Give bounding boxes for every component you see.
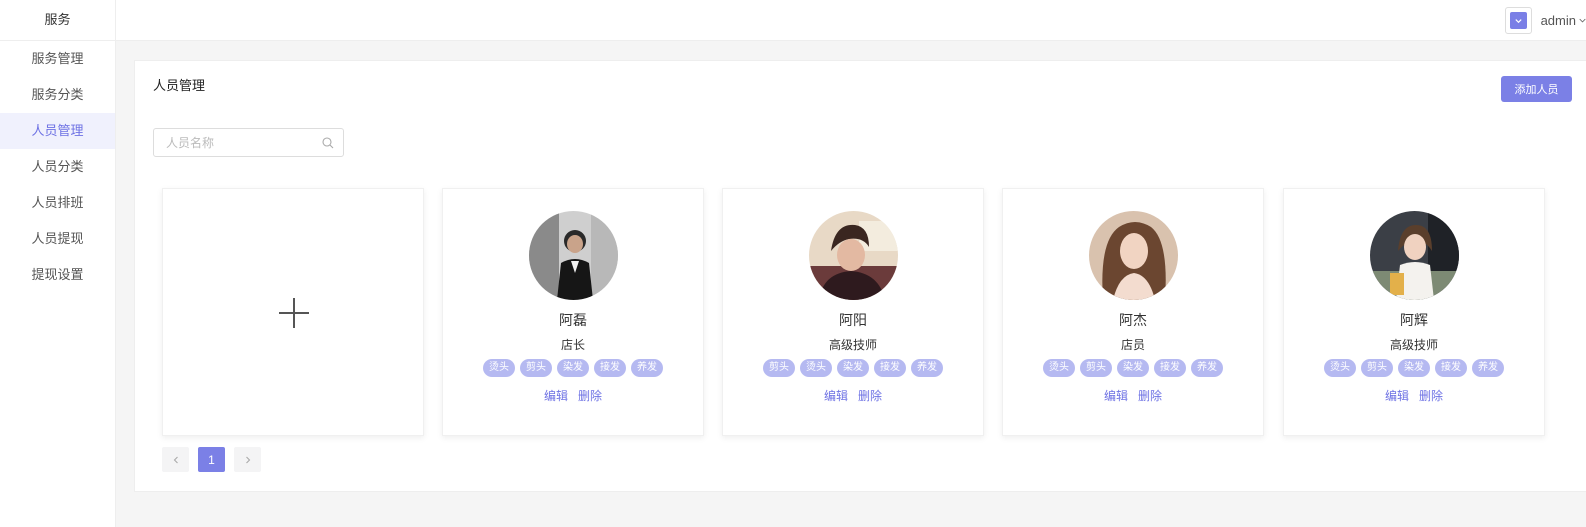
skill-tag: 接发 bbox=[1154, 359, 1186, 377]
sidebar-item-staff-category[interactable]: 人员分类 bbox=[0, 149, 115, 185]
staff-photo bbox=[809, 211, 898, 300]
plus-icon bbox=[279, 298, 309, 328]
skill-tag: 染发 bbox=[557, 359, 589, 377]
user-menu[interactable]: admin bbox=[1504, 6, 1586, 34]
search-input[interactable] bbox=[166, 134, 316, 152]
sidebar-item-service-management[interactable]: 服务管理 bbox=[0, 41, 115, 77]
staff-name: 阿磊 bbox=[559, 312, 587, 328]
edit-link[interactable]: 编辑 bbox=[1385, 387, 1409, 404]
card-actions: 编辑 删除 bbox=[723, 387, 983, 404]
skill-tag: 养发 bbox=[911, 359, 943, 377]
edit-link[interactable]: 编辑 bbox=[1104, 387, 1128, 404]
skill-tags: 烫头 剪头 染发 接发 养发 bbox=[1284, 359, 1544, 377]
edit-link[interactable]: 编辑 bbox=[824, 387, 848, 404]
search-box bbox=[153, 128, 344, 157]
skill-tag: 养发 bbox=[1191, 359, 1223, 377]
skill-tag: 养发 bbox=[1472, 359, 1504, 377]
chevron-down-icon bbox=[1509, 11, 1527, 29]
skill-tag: 染发 bbox=[1398, 359, 1430, 377]
staff-card: 阿杰 店员 烫头 剪头 染发 接发 养发 编辑 删除 bbox=[1002, 188, 1264, 436]
staff-role: 高级技师 bbox=[1389, 338, 1438, 352]
next-page-button[interactable] bbox=[234, 447, 261, 472]
skill-tag: 烫头 bbox=[1043, 359, 1075, 377]
skill-tag: 剪头 bbox=[1361, 359, 1393, 377]
staff-name: 阿杰 bbox=[1119, 312, 1147, 328]
skill-tag: 染发 bbox=[837, 359, 869, 377]
sidebar-item-service-category[interactable]: 服务分类 bbox=[0, 77, 115, 113]
skill-tags: 剪头 烫头 染发 接发 养发 bbox=[723, 359, 983, 377]
staff-card: 阿阳 高级技师 剪头 烫头 染发 接发 养发 编辑 删除 bbox=[722, 188, 984, 436]
sidebar-item-staff-withdrawal[interactable]: 人员提现 bbox=[0, 221, 115, 257]
card-actions: 编辑 删除 bbox=[1284, 387, 1544, 404]
card-actions: 编辑 删除 bbox=[1003, 387, 1263, 404]
skill-tag: 养发 bbox=[631, 359, 663, 377]
caret-down-icon bbox=[1579, 18, 1586, 22]
delete-link[interactable]: 删除 bbox=[1138, 387, 1162, 404]
staff-panel: 人员管理 添加人员 阿磊 店长 bbox=[134, 60, 1586, 492]
page-number[interactable]: 1 bbox=[198, 447, 225, 472]
delete-link[interactable]: 删除 bbox=[858, 387, 882, 404]
sidebar-item-withdrawal-settings[interactable]: 提现设置 bbox=[0, 257, 115, 293]
sidebar-title: 服务 bbox=[0, 0, 115, 41]
skill-tag: 接发 bbox=[874, 359, 906, 377]
staff-card: 阿磊 店长 烫头 剪头 染发 接发 养发 编辑 删除 bbox=[442, 188, 704, 436]
edit-link[interactable]: 编辑 bbox=[544, 387, 568, 404]
skill-tags: 烫头 剪头 染发 接发 养发 bbox=[443, 359, 703, 377]
staff-name: 阿阳 bbox=[839, 312, 867, 328]
avatar[interactable] bbox=[1504, 6, 1532, 34]
add-staff-card[interactable] bbox=[162, 188, 424, 436]
delete-link[interactable]: 删除 bbox=[1419, 387, 1443, 404]
skill-tag: 剪头 bbox=[763, 359, 795, 377]
skill-tags: 烫头 剪头 染发 接发 养发 bbox=[1003, 359, 1263, 377]
prev-page-button[interactable] bbox=[162, 447, 189, 472]
skill-tag: 剪头 bbox=[520, 359, 552, 377]
user-name: admin bbox=[1540, 12, 1576, 28]
staff-photo bbox=[1370, 211, 1459, 300]
add-staff-button[interactable]: 添加人员 bbox=[1501, 76, 1572, 102]
top-header: admin bbox=[116, 0, 1586, 41]
staff-photo bbox=[529, 211, 618, 300]
sidebar: 服务 服务管理 服务分类 人员管理 人员分类 人员排班 人员提现 提现设置 bbox=[0, 0, 116, 527]
skill-tag: 剪头 bbox=[1080, 359, 1112, 377]
search-icon[interactable] bbox=[322, 137, 334, 149]
skill-tag: 烫头 bbox=[483, 359, 515, 377]
page-title: 人员管理 bbox=[153, 78, 206, 93]
sidebar-menu: 服务管理 服务分类 人员管理 人员分类 人员排班 人员提现 提现设置 bbox=[0, 41, 115, 293]
pagination: 1 bbox=[162, 447, 261, 472]
delete-link[interactable]: 删除 bbox=[578, 387, 602, 404]
chevron-left-icon bbox=[173, 456, 178, 463]
staff-name: 阿辉 bbox=[1400, 312, 1428, 328]
chevron-right-icon bbox=[245, 456, 250, 463]
staff-photo bbox=[1089, 211, 1178, 300]
skill-tag: 烫头 bbox=[800, 359, 832, 377]
sidebar-item-staff-management[interactable]: 人员管理 bbox=[0, 113, 115, 149]
staff-card: 阿辉 高级技师 烫头 剪头 染发 接发 养发 编辑 删除 bbox=[1283, 188, 1545, 436]
skill-tag: 烫头 bbox=[1324, 359, 1356, 377]
card-actions: 编辑 删除 bbox=[443, 387, 703, 404]
staff-role: 高级技师 bbox=[828, 338, 877, 352]
skill-tag: 染发 bbox=[1117, 359, 1149, 377]
staff-role: 店员 bbox=[1120, 338, 1145, 352]
sidebar-item-staff-schedule[interactable]: 人员排班 bbox=[0, 185, 115, 221]
staff-role: 店长 bbox=[560, 338, 585, 352]
skill-tag: 接发 bbox=[594, 359, 626, 377]
skill-tag: 接发 bbox=[1435, 359, 1467, 377]
